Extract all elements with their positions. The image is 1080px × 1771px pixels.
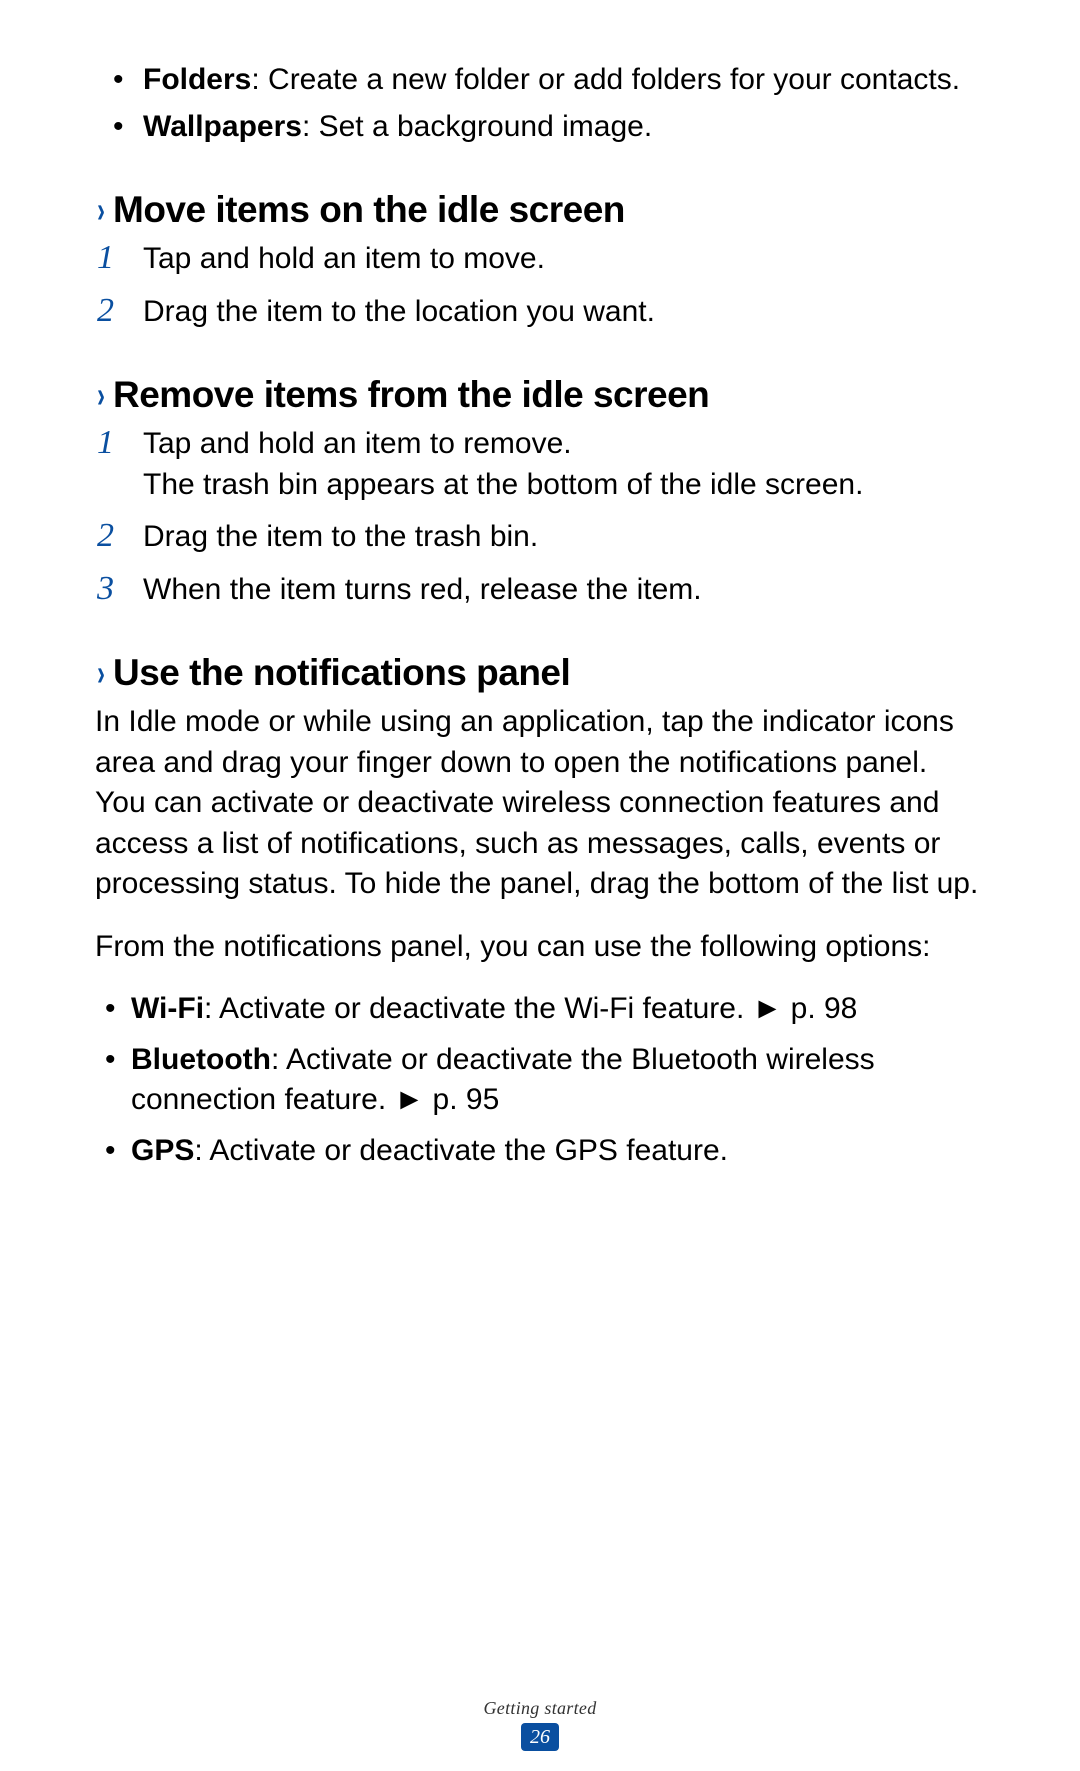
term-text: Wi-Fi xyxy=(131,992,204,1025)
desc-text: : Activate or deactivate the Wi-Fi featu… xyxy=(204,992,857,1025)
term-text: Wallpapers xyxy=(143,110,302,143)
desc-text: : Set a background image. xyxy=(302,110,652,143)
list-item: GPS: Activate or deactivate the GPS feat… xyxy=(131,1131,985,1172)
desc-text: : Activate or deactivate the GPS feature… xyxy=(194,1134,728,1167)
list-item: Bluetooth: Activate or deactivate the Bl… xyxy=(131,1040,985,1121)
chevron-icon: › xyxy=(97,652,105,694)
heading-text: Remove items from the idle screen xyxy=(113,374,709,416)
heading-text: Use the notifications panel xyxy=(113,652,570,694)
options-list: Wi-Fi: Activate or deactivate the Wi-Fi … xyxy=(95,989,985,1171)
notifications-paragraph-1: In Idle mode or while using an applicati… xyxy=(95,702,985,905)
section-heading-notifications: › Use the notifications panel xyxy=(95,652,985,694)
term-text: GPS xyxy=(131,1134,194,1167)
term-text: Bluetooth xyxy=(131,1043,271,1076)
footer-section-label: Getting started xyxy=(0,1698,1080,1719)
chevron-icon: › xyxy=(97,374,105,416)
list-item: Drag the item to the location you want. xyxy=(143,292,985,333)
step-text: Drag the item to the location you want. xyxy=(143,295,655,328)
step-text: Tap and hold an item to remove. xyxy=(143,424,985,465)
list-item: When the item turns red, release the ite… xyxy=(143,570,985,611)
list-item: Tap and hold an item to remove. The tras… xyxy=(143,424,985,505)
section-heading-remove: › Remove items from the idle screen xyxy=(95,374,985,416)
intro-bullet-list: Folders: Create a new folder or add fold… xyxy=(95,60,985,147)
list-item: Wi-Fi: Activate or deactivate the Wi-Fi … xyxy=(131,989,985,1030)
page-content: Folders: Create a new folder or add fold… xyxy=(0,0,1080,1171)
section-heading-move: › Move items on the idle screen xyxy=(95,189,985,231)
page-number-badge: 26 xyxy=(521,1723,559,1751)
move-steps-list: Tap and hold an item to move. Drag the i… xyxy=(95,239,985,332)
notifications-paragraph-2: From the notifications panel, you can us… xyxy=(95,927,985,968)
heading-text: Move items on the idle screen xyxy=(113,189,625,231)
step-subtext: The trash bin appears at the bottom of t… xyxy=(143,465,985,506)
list-item: Wallpapers: Set a background image. xyxy=(143,107,985,148)
chevron-icon: › xyxy=(97,189,105,231)
page-footer: Getting started 26 xyxy=(0,1698,1080,1751)
list-item: Folders: Create a new folder or add fold… xyxy=(143,60,985,101)
term-text: Folders xyxy=(143,63,251,96)
desc-text: : Create a new folder or add folders for… xyxy=(251,63,960,96)
list-item: Drag the item to the trash bin. xyxy=(143,517,985,558)
step-text: When the item turns red, release the ite… xyxy=(143,573,702,606)
list-item: Tap and hold an item to move. xyxy=(143,239,985,280)
remove-steps-list: Tap and hold an item to remove. The tras… xyxy=(95,424,985,610)
step-text: Drag the item to the trash bin. xyxy=(143,520,538,553)
step-text: Tap and hold an item to move. xyxy=(143,242,545,275)
